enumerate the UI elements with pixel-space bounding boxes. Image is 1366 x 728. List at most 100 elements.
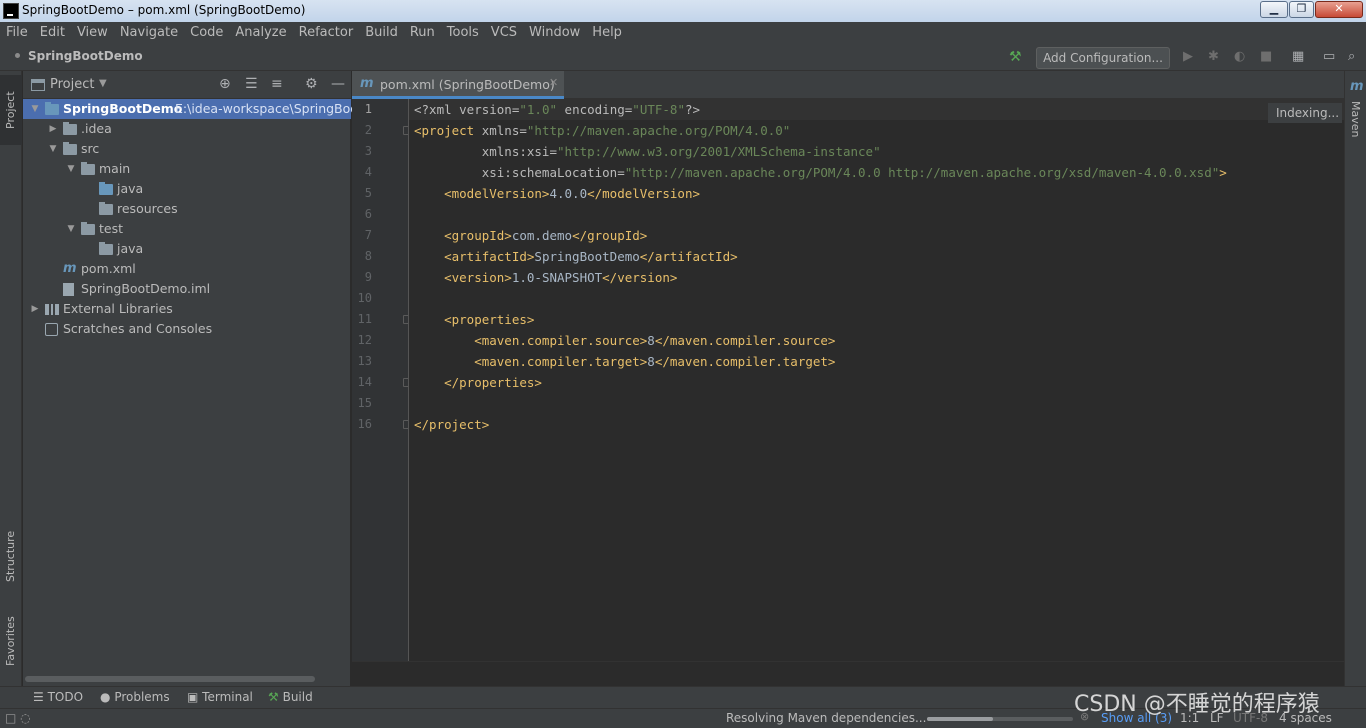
presentation-icon[interactable]: ▭ (1323, 49, 1335, 64)
tree-folder-main[interactable]: ▼ main (23, 159, 351, 179)
code-line: <properties> (414, 309, 534, 330)
menu-build[interactable]: Build (359, 22, 404, 44)
editor-bottom-area (352, 661, 1344, 686)
chevron-down-icon[interactable]: ▼ (65, 219, 77, 239)
gear-icon[interactable]: ⚙ (305, 76, 318, 92)
chevron-down-icon[interactable]: ▼ (29, 99, 41, 119)
indexing-indicator: Indexing... (1268, 103, 1342, 123)
code-token: </maven.compiler.target> (654, 354, 836, 369)
code-token: </properties> (414, 375, 542, 390)
code-line: xsi:schemaLocation="http://maven.apache.… (414, 162, 1227, 183)
tree-folder-test-java[interactable]: java (23, 239, 351, 259)
chevron-down-icon[interactable]: ▼ (65, 159, 77, 179)
menu-code[interactable]: Code (184, 22, 229, 44)
stop-icon[interactable]: ■ (1260, 49, 1272, 64)
collapse-all-icon[interactable]: ≡ (271, 76, 283, 92)
hide-panel-icon[interactable]: — (331, 76, 345, 92)
maven-tool-tab[interactable]: Maven (1345, 97, 1366, 141)
project-tool-tab-label: Project (4, 91, 17, 129)
favorites-tool-tab[interactable]: Favorites (0, 606, 22, 676)
line-number: 3 (364, 144, 372, 158)
line-number: 16 (357, 417, 372, 431)
tree-folder-test[interactable]: ▼ test (23, 219, 351, 239)
breadcrumb-project[interactable]: SpringBootDemo (28, 49, 143, 63)
terminal-tool-tab[interactable]: ▣ Terminal (187, 690, 253, 704)
chevron-right-icon[interactable]: ▶ (29, 299, 41, 319)
menu-tools[interactable]: Tools (441, 22, 485, 44)
structure-tool-tab[interactable]: Structure (0, 521, 22, 591)
code-token: <properties> (414, 312, 535, 327)
code-token: </artifactId> (639, 249, 738, 264)
menu-window[interactable]: Window (523, 22, 586, 44)
menu-file[interactable]: File (0, 22, 34, 44)
tree-folder-resources[interactable]: resources (23, 199, 351, 219)
tree-root-springbootdemo[interactable]: ▼ SpringBootDemo E:\idea-workspace\SpringB… (23, 99, 358, 119)
line-number: 14 (357, 375, 372, 389)
folder-icon (81, 222, 95, 235)
right-tool-stripe: m Maven (1344, 71, 1366, 686)
project-tool-tab[interactable]: Project (0, 75, 22, 145)
todo-list-icon: ☰ (33, 690, 44, 704)
gutter-separator (408, 99, 409, 661)
code-token: "UTF-8" (632, 102, 685, 117)
expand-all-icon[interactable]: ☰ (245, 76, 258, 92)
minimize-button[interactable]: ▁ (1260, 1, 1288, 18)
todo-tool-tab[interactable]: ☰ TODO (33, 690, 83, 704)
menu-view[interactable]: View (71, 22, 114, 44)
todo-tool-tab-label: TODO (47, 690, 84, 704)
tree-file-iml[interactable]: SpringBootDemo.iml (23, 279, 351, 299)
chevron-down-icon[interactable]: ▼ (47, 139, 59, 159)
code-lines[interactable]: <?xml version="1.0" encoding="UTF-8"?> <p… (409, 99, 1344, 661)
tab-pom-xml[interactable]: m pom.xml (SpringBootDemo) ✕ (352, 71, 564, 99)
maven-file-icon: m (360, 76, 374, 91)
maximize-button[interactable]: ❐ (1289, 1, 1314, 18)
run-icon[interactable]: ▶ (1183, 49, 1193, 64)
tree-file-pom-xml[interactable]: m pom.xml (23, 259, 351, 279)
project-structure-icon[interactable]: ▦ (1292, 49, 1304, 64)
terminal-icon: ▣ (187, 690, 199, 704)
menu-help[interactable]: Help (586, 22, 628, 44)
close-tab-icon[interactable]: ✕ (549, 76, 558, 89)
coverage-icon[interactable]: ◐ (1234, 49, 1245, 64)
code-token: com.demo (511, 228, 573, 243)
close-window-button[interactable]: ✕ (1315, 1, 1363, 18)
tree-scratches-consoles[interactable]: Scratches and Consoles (23, 319, 351, 339)
code-line: <maven.compiler.target>8</maven.compiler… (414, 351, 835, 372)
menu-navigate[interactable]: Navigate (114, 22, 184, 44)
menu-edit[interactable]: Edit (34, 22, 71, 44)
tree-folder-src[interactable]: ▼ src (23, 139, 351, 159)
locate-target-icon[interactable]: ⊕ (219, 76, 231, 92)
chevron-down-icon[interactable]: ▼ (99, 78, 107, 89)
line-number: 4 (364, 165, 372, 179)
code-token: <version> (414, 270, 512, 285)
tree-folder-idea[interactable]: ▶ .idea (23, 119, 351, 139)
status-toggle-icon[interactable]: □ ◌ (5, 711, 31, 725)
tree-label: pom.xml (81, 261, 136, 276)
project-panel-title[interactable]: Project (50, 77, 94, 92)
maven-icon[interactable]: m (1350, 79, 1364, 94)
line-number: 15 (357, 396, 372, 410)
background-task-text[interactable]: Resolving Maven dependencies... (726, 711, 926, 725)
chevron-right-icon[interactable]: ▶ (47, 119, 59, 139)
line-number: 1 (364, 102, 372, 116)
code-token: 8 (647, 354, 655, 369)
add-configuration-button[interactable]: Add Configuration... (1036, 47, 1170, 69)
structure-tool-tab-label: Structure (4, 530, 17, 582)
debug-icon[interactable]: ✱ (1208, 49, 1219, 64)
build-hammer-icon[interactable]: ⚒ (1009, 49, 1022, 65)
horizontal-scrollbar[interactable] (25, 676, 315, 682)
tree-folder-main-java[interactable]: java (23, 179, 351, 199)
menu-refactor[interactable]: Refactor (293, 22, 360, 44)
left-tool-stripe: Project Structure Favorites (0, 71, 22, 686)
build-tool-tab[interactable]: ⚒ Build (268, 690, 313, 704)
search-everywhere-icon[interactable]: ⌕ (1348, 49, 1355, 64)
menu-vcs[interactable]: VCS (485, 22, 523, 44)
tree-external-libraries[interactable]: ▶ External Libraries (23, 299, 351, 319)
code-line: <artifactId>SpringBootDemo</artifactId> (414, 246, 738, 267)
tree-label: test (99, 221, 124, 236)
menu-run[interactable]: Run (404, 22, 441, 44)
folder-icon (63, 122, 77, 135)
menu-analyze[interactable]: Analyze (229, 22, 292, 44)
progress-fill (927, 717, 993, 721)
problems-tool-tab[interactable]: ● Problems (100, 690, 170, 704)
